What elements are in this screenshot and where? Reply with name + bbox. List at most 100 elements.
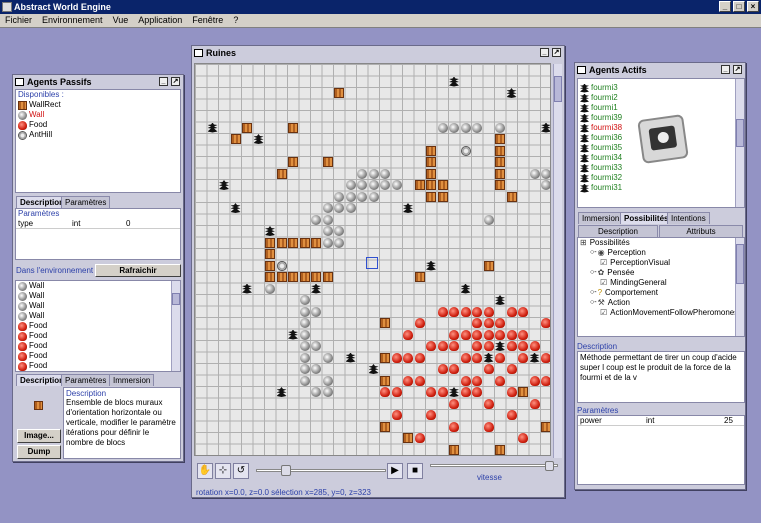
food-icon[interactable] <box>472 329 482 340</box>
wallrect-icon[interactable] <box>276 237 287 248</box>
food-icon[interactable] <box>472 352 482 363</box>
env-item[interactable]: Food <box>16 331 180 341</box>
wall-icon[interactable] <box>380 180 390 190</box>
ant-icon[interactable] <box>368 364 379 374</box>
wall-icon[interactable] <box>529 168 540 179</box>
wall-icon[interactable] <box>299 318 310 328</box>
refresh-button[interactable]: Rafraichir <box>95 264 181 277</box>
wall-icon[interactable] <box>368 180 379 190</box>
agent-item[interactable]: fourmi33 <box>578 163 744 173</box>
food-icon[interactable] <box>483 306 494 317</box>
wallrect-icon[interactable] <box>265 260 275 271</box>
agents-scrollbar[interactable] <box>735 79 744 207</box>
food-icon[interactable] <box>449 364 459 374</box>
food-icon[interactable] <box>426 387 436 397</box>
ant-icon[interactable] <box>495 295 505 305</box>
wall-icon[interactable] <box>299 364 310 374</box>
wallrect-icon[interactable] <box>403 433 413 443</box>
food-icon[interactable] <box>483 318 494 328</box>
minimize-icon[interactable]: _ <box>540 48 549 57</box>
food-icon[interactable] <box>414 433 425 443</box>
zoom-slider-thumb[interactable] <box>281 465 291 476</box>
wallrect-icon[interactable] <box>426 180 436 190</box>
wall-icon[interactable] <box>299 329 310 340</box>
hand-tool-icon[interactable]: ✋ <box>197 463 213 479</box>
ant-icon[interactable] <box>219 180 229 190</box>
food-icon[interactable] <box>391 387 402 397</box>
rotate-tool-icon[interactable]: ↺ <box>233 463 249 479</box>
wallrect-icon[interactable] <box>288 122 298 133</box>
wall-icon[interactable] <box>322 375 333 386</box>
maximize-icon[interactable]: ↗ <box>552 48 561 57</box>
wallrect-icon[interactable] <box>449 444 459 455</box>
wall-icon[interactable] <box>345 203 356 213</box>
food-icon[interactable] <box>460 375 471 386</box>
wallrect-icon[interactable] <box>288 237 298 248</box>
food-icon[interactable] <box>472 387 482 397</box>
ant-icon[interactable] <box>253 134 264 144</box>
wall-icon[interactable] <box>334 191 344 202</box>
agent-item[interactable]: fourmi32 <box>578 173 744 183</box>
maximize-button[interactable]: □ <box>733 1 745 12</box>
food-icon[interactable] <box>541 352 550 363</box>
wall-icon[interactable] <box>311 214 321 225</box>
env-item[interactable]: Food <box>16 361 180 371</box>
agent-item[interactable]: fourmi1 <box>578 103 744 113</box>
wall-icon[interactable] <box>299 375 310 386</box>
wallrect-icon[interactable] <box>334 88 344 98</box>
food-icon[interactable] <box>460 352 471 363</box>
wall-icon[interactable] <box>322 203 333 213</box>
food-icon[interactable] <box>403 329 413 340</box>
wallrect-icon[interactable] <box>495 145 505 156</box>
ant-icon[interactable] <box>345 352 356 363</box>
world-grid[interactable] <box>194 63 551 456</box>
wallrect-icon[interactable] <box>311 272 321 282</box>
wall-icon[interactable] <box>334 226 344 236</box>
anthill-icon[interactable] <box>460 145 471 156</box>
food-icon[interactable] <box>460 329 471 340</box>
food-icon[interactable] <box>460 387 471 397</box>
ant-icon[interactable] <box>541 122 550 133</box>
wallrect-icon[interactable] <box>276 272 287 282</box>
wallrect-icon[interactable] <box>518 387 528 397</box>
food-icon[interactable] <box>506 387 517 397</box>
env-scrollbar[interactable] <box>171 281 180 371</box>
image-button[interactable]: Image... <box>17 429 61 443</box>
food-icon[interactable] <box>506 364 517 374</box>
wall-icon[interactable] <box>357 191 367 202</box>
wallrect-icon[interactable] <box>495 168 505 179</box>
ant-icon[interactable] <box>311 283 321 294</box>
tab-immersion[interactable]: Immersion <box>109 374 155 386</box>
param-value[interactable]: 0 <box>126 219 130 229</box>
env-item[interactable]: Wall <box>16 291 180 301</box>
select-tool-icon[interactable]: ⊹ <box>215 463 231 479</box>
food-icon[interactable] <box>449 306 459 317</box>
play-icon[interactable]: ▶ <box>387 463 403 479</box>
active-agents-titlebar[interactable]: Agents Actifs _ ↗ <box>575 63 745 77</box>
tree-toggle-icon[interactable]: ○- <box>590 298 597 308</box>
food-icon[interactable] <box>449 398 459 409</box>
menu-application[interactable]: Application <box>133 14 187 27</box>
food-icon[interactable] <box>437 387 448 397</box>
menu-help[interactable]: ? <box>228 14 243 27</box>
food-icon[interactable] <box>541 318 550 328</box>
wallrect-icon[interactable] <box>541 421 550 432</box>
tree-node[interactable]: ☑ PerceptionVisual <box>578 258 744 268</box>
food-icon[interactable] <box>472 306 482 317</box>
minimize-icon[interactable]: _ <box>159 77 168 86</box>
food-icon[interactable] <box>403 352 413 363</box>
food-icon[interactable] <box>518 433 528 443</box>
anthill-icon[interactable] <box>276 260 287 271</box>
tree-node[interactable]: ○- ⚒ Action <box>578 298 744 308</box>
tree-toggle-icon[interactable]: ○- <box>590 288 597 298</box>
wall-icon[interactable] <box>357 168 367 179</box>
tree-scrollbar[interactable] <box>735 238 744 336</box>
tree-toggle-icon[interactable]: ○- <box>590 268 597 278</box>
available-item[interactable]: Wall <box>16 110 180 120</box>
tree-node[interactable]: ○- ✿ Pensée <box>578 268 744 278</box>
food-icon[interactable] <box>506 410 517 420</box>
param-row[interactable]: type int 0 <box>16 219 180 229</box>
ant-icon[interactable] <box>529 352 540 363</box>
food-icon[interactable] <box>472 375 482 386</box>
wall-icon[interactable] <box>322 387 333 397</box>
